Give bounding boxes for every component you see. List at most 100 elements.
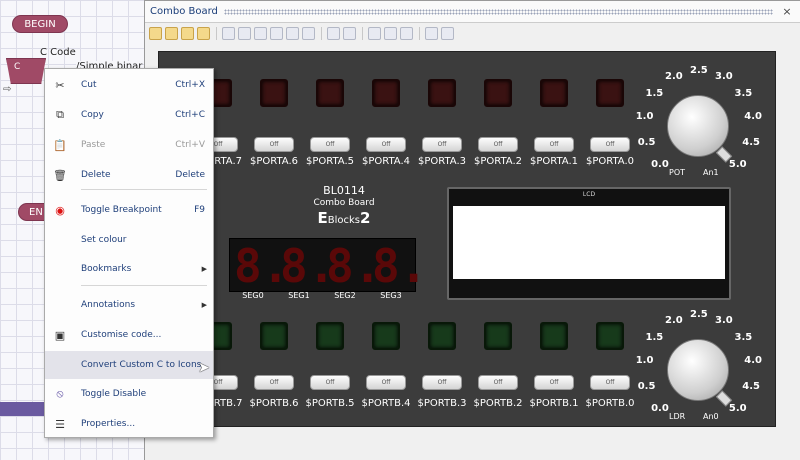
menu-item-label: Cut [81, 80, 97, 90]
menu-item-convert-custom-c-to-icons[interactable]: Convert Custom C to Icons [45, 351, 213, 379]
toolbar-tool-icon[interactable] [181, 26, 194, 40]
toolbar-tool-icon[interactable] [286, 26, 299, 40]
porta-led [316, 79, 344, 107]
pot-tick-label: 1.0 [635, 111, 654, 123]
menu-item-annotations[interactable]: Annotations ▶ [45, 291, 213, 319]
toolbar-tool-icon[interactable] [222, 26, 235, 40]
porta-switch[interactable]: Off [254, 137, 294, 152]
portb-label: $PORTB.3 [417, 398, 467, 409]
mouse-cursor-icon: ➤ [198, 360, 210, 376]
menu-item-shortcut: Ctrl+V [175, 140, 205, 150]
copy-icon: ⧉ [56, 108, 64, 121]
portb-label: $PORTB.6 [249, 398, 299, 409]
ldr-dial[interactable]: 0.0 0.5 1.0 1.5 2.0 2.5 3.0 3.5 4.0 4.5 5.0 LDR An0 [621, 304, 771, 429]
lcd-display: LCD [447, 187, 731, 300]
menu-item-properties[interactable]: ☰ Properties... [45, 410, 213, 438]
seg-digit: 8. [326, 239, 382, 293]
porta-label: $PORTA.0 [585, 156, 635, 167]
pot-dial[interactable]: 0.0 0.5 1.0 1.5 2.0 2.5 3.0 3.5 4.0 4.5 5.0 POT An1 [621, 60, 771, 185]
portb-switch[interactable]: Off [590, 375, 630, 390]
end-label: EN [29, 206, 43, 218]
board-subtitle: Combo Board [313, 198, 375, 208]
porta-label: $PORTA.2 [473, 156, 523, 167]
porta-switch[interactable]: Off [310, 137, 350, 152]
toolbar-tool-icon[interactable] [238, 26, 251, 40]
toolbar-tool-icon[interactable] [165, 26, 178, 40]
toolbar-tool-icon[interactable] [149, 26, 162, 40]
ldr-tick-label: 0.0 [651, 402, 669, 414]
portb-switch[interactable]: Off [422, 375, 462, 390]
toolbar-tool-icon[interactable] [400, 26, 413, 40]
toolbar-tool-icon[interactable] [327, 26, 340, 40]
pot-tick-label: 4.0 [744, 111, 763, 123]
toolbar-tool-icon[interactable] [343, 26, 356, 40]
porta-switch[interactable]: Off [366, 137, 406, 152]
menu-item-delete[interactable]: 🗑 Delete Delete [45, 161, 213, 189]
ldr-tick-label: 3.0 [715, 315, 733, 326]
menu-item-label: Set colour [81, 235, 127, 245]
menu-item-customise-code[interactable]: ▣ Customise code... [45, 321, 213, 349]
begin-block[interactable]: BEGIN [12, 15, 68, 33]
seg-label: SEG3 [380, 291, 402, 300]
porta-switch[interactable]: Off [590, 137, 630, 152]
brand-main: Blocks [327, 215, 361, 226]
portb-label: $PORTB.0 [585, 398, 635, 409]
toolbar-tool-icon[interactable] [368, 26, 381, 40]
ccode-caption: C Code [40, 47, 76, 58]
seg-digit: 8. [372, 239, 428, 293]
toolbar-tool-icon[interactable] [254, 26, 267, 40]
menu-item-label: Delete [81, 170, 111, 180]
porta-switch[interactable]: Off [534, 137, 574, 152]
seven-segment-display: 8. 8. 8. 8. [229, 238, 428, 293]
menu-item-label: Toggle Disable [81, 389, 147, 399]
menu-item-cut[interactable]: ✂ Cut Ctrl+X [45, 71, 213, 99]
menu-item-label: Paste [81, 140, 106, 150]
toolbar-separator [362, 26, 363, 40]
toolbar-tool-icon[interactable] [270, 26, 283, 40]
ldr-tick-label: 1.0 [635, 355, 654, 367]
menu-item-label: Convert Custom C to Icons [81, 360, 202, 370]
portb-switch[interactable]: Off [254, 375, 294, 390]
toolbar-tool-icon[interactable] [441, 26, 454, 40]
toolbar-tool-icon[interactable] [197, 26, 210, 40]
code-icon: ▣ [54, 328, 66, 342]
pot-tick-label: 2.0 [665, 71, 683, 82]
pot-name: POT [669, 168, 686, 177]
toolbar-tool-icon[interactable] [384, 26, 397, 40]
menu-item-set-colour[interactable]: Set colour [45, 226, 213, 254]
menu-item-toggle-disable[interactable]: ⦸ Toggle Disable [45, 380, 213, 408]
menu-item-toggle-breakpoint[interactable]: ◉ Toggle Breakpoint F9 [45, 196, 213, 224]
porta-led [540, 79, 568, 107]
menu-item-copy[interactable]: ⧉ Copy Ctrl+C [45, 101, 213, 129]
board-title: BL0114 [323, 184, 365, 197]
panel-titlebar[interactable]: Combo Board × [145, 1, 800, 23]
portb-switch[interactable]: Off [310, 375, 350, 390]
portb-switch[interactable]: Off [534, 375, 574, 390]
toolbar-separator [321, 26, 322, 40]
grip-icon [223, 8, 773, 15]
ccode-block[interactable]: C [6, 58, 46, 84]
porta-switch[interactable]: Off [478, 137, 518, 152]
chevron-right-icon: ▶ [201, 265, 207, 273]
ldr-tick-label: 1.5 [645, 331, 664, 343]
trash-icon: 🗑 [53, 168, 67, 182]
lcd-label: LCD [582, 191, 596, 198]
porta-label: $PORTA.3 [417, 156, 467, 167]
menu-item-shortcut: F9 [194, 205, 205, 215]
menu-item-bookmarks[interactable]: Bookmarks ▶ [45, 255, 213, 283]
portb-switch[interactable]: Off [366, 375, 406, 390]
begin-label: BEGIN [24, 18, 56, 30]
porta-switch[interactable]: Off [422, 137, 462, 152]
close-icon[interactable]: × [779, 4, 795, 20]
menu-item-label: Toggle Breakpoint [81, 205, 162, 215]
menu-separator [81, 189, 207, 190]
context-menu: ✂ Cut Ctrl+X ⧉ Copy Ctrl+C 📋 Paste Ctrl+V 🗑 Delete… [44, 68, 214, 438]
portb-switch[interactable]: Off [478, 375, 518, 390]
pot-tick-label: 5.0 [728, 158, 747, 170]
toolbar-tool-icon[interactable] [425, 26, 438, 40]
pot-tick-label: 4.5 [742, 137, 761, 148]
toolbar-tool-icon[interactable] [302, 26, 315, 40]
disable-icon: ⦸ [56, 387, 64, 400]
menu-item-label: Copy [81, 110, 104, 120]
ldr-tick-label: 2.0 [665, 315, 683, 326]
